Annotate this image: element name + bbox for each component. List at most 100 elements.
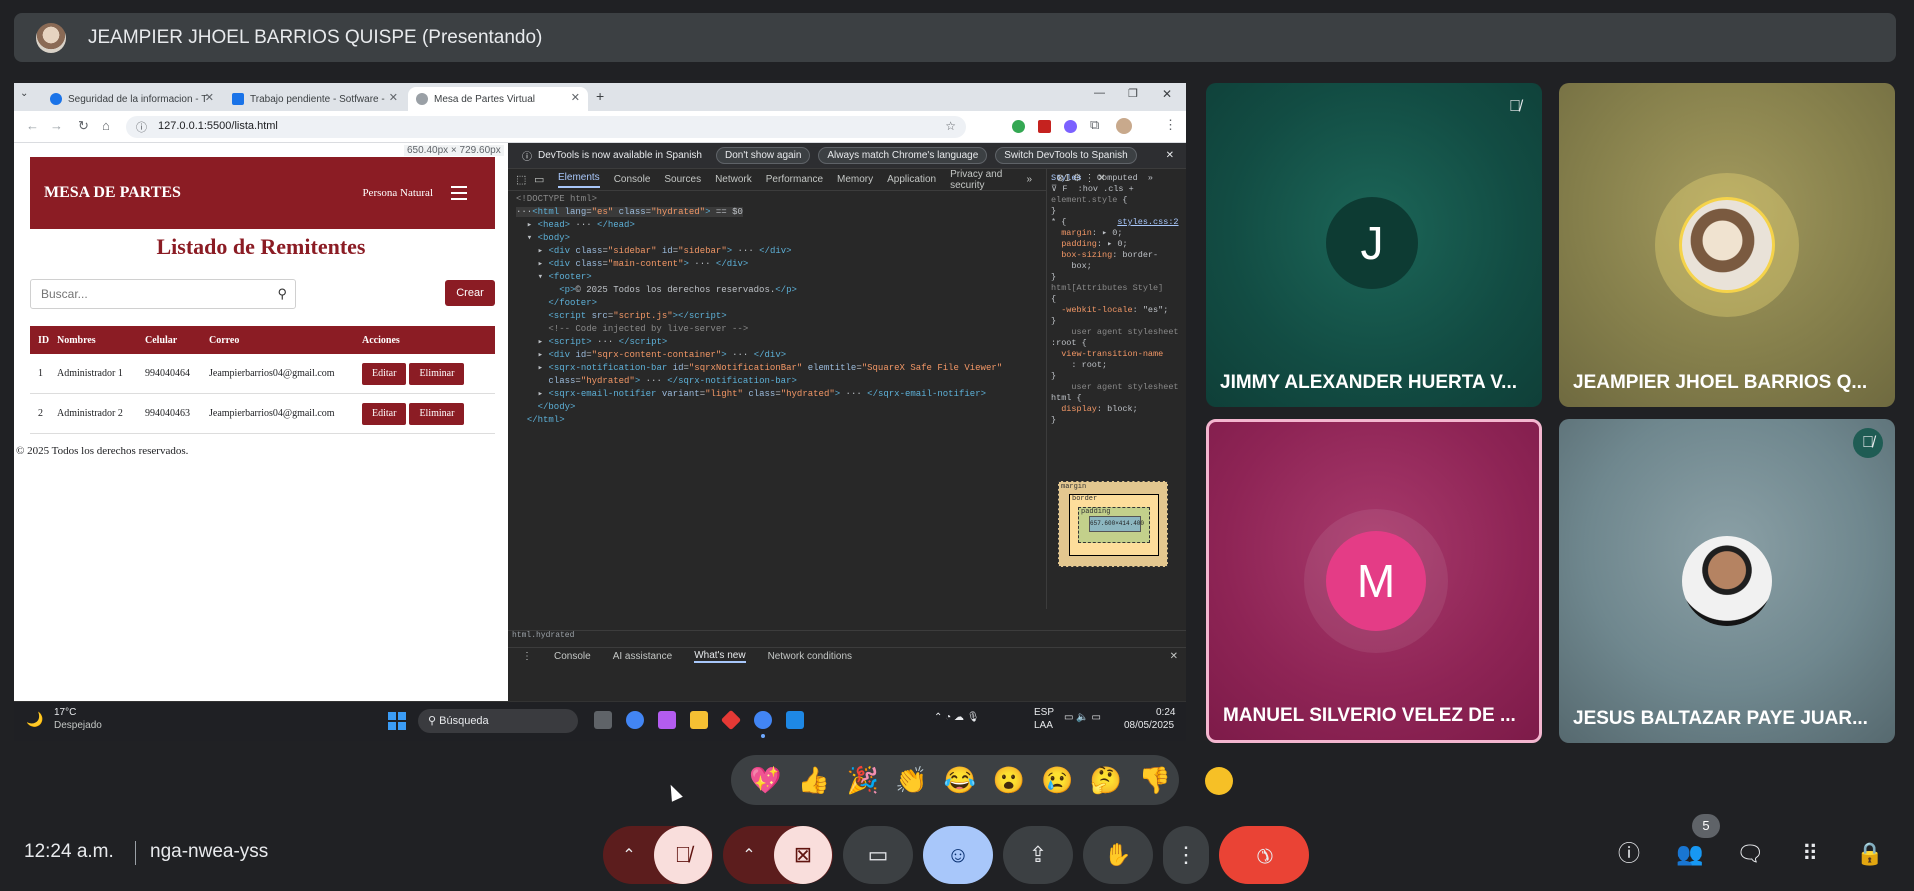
weather-icon[interactable]: 🌙 xyxy=(26,711,43,728)
reaction-heart-icon[interactable]: 💖 xyxy=(741,765,790,796)
close-tab-icon[interactable]: ✕ xyxy=(389,91,398,104)
copilot-icon[interactable] xyxy=(658,711,676,729)
drawer-tab-ai[interactable]: AI assistance xyxy=(613,651,672,662)
browser-tab-active[interactable]: Mesa de Partes Virtual ✕ xyxy=(408,87,588,111)
browser-tab[interactable]: Trabajo pendiente - Sotfware - ✕ xyxy=(224,87,406,111)
file-explorer-icon[interactable] xyxy=(690,711,708,729)
hamburger-menu-icon[interactable] xyxy=(451,186,467,200)
drawer-tab-whats-new[interactable]: What's new xyxy=(694,650,746,663)
search-input[interactable]: Buscar... ⚲ xyxy=(30,279,296,309)
extension-icon[interactable] xyxy=(1064,120,1077,133)
chrome-icon[interactable] xyxy=(626,711,644,729)
more-tabs-icon[interactable]: » xyxy=(1026,174,1032,185)
lang-indicator[interactable]: ESP xyxy=(1034,707,1054,718)
reaction-surprised-icon[interactable]: 😮 xyxy=(984,765,1033,796)
taskbar-search[interactable]: ⚲ Búsqueda xyxy=(418,709,578,733)
reaction-laugh-icon[interactable]: 😂 xyxy=(936,765,985,796)
bookmark-star-icon[interactable]: ☆ xyxy=(945,119,956,133)
minimize-icon[interactable]: — xyxy=(1094,87,1105,99)
host-controls-icon[interactable]: 🔒 xyxy=(1852,836,1888,872)
skin-tone-selector[interactable] xyxy=(1205,767,1233,795)
close-window-icon[interactable]: ✕ xyxy=(1162,87,1172,101)
reaction-thumbs-up-icon[interactable]: 👍 xyxy=(790,765,839,796)
device-toolbar-icon[interactable]: ▭ xyxy=(534,173,544,186)
participant-tile[interactable]: JEAMPIER JHOEL BARRIOS Q... xyxy=(1559,83,1895,407)
reload-icon[interactable]: ↻ xyxy=(78,118,89,134)
mic-off-button[interactable]: 🎙̸ xyxy=(654,826,712,884)
system-tray-icons[interactable]: ⌃ ◔ ☁ 🎙 xyxy=(934,712,979,723)
tab-elements[interactable]: Elements xyxy=(558,172,600,188)
captions-button[interactable]: ▭ xyxy=(843,826,913,884)
tab-application[interactable]: Application xyxy=(887,174,936,185)
tab-search-icon[interactable]: ⌄ xyxy=(20,88,28,99)
present-button[interactable]: ⇪ xyxy=(1003,826,1073,884)
reaction-party-icon[interactable]: 🎉 xyxy=(838,765,887,796)
search-icon[interactable]: ⚲ xyxy=(277,286,287,302)
tab-memory[interactable]: Memory xyxy=(837,174,873,185)
audio-options-chevron-icon[interactable]: ⌃ xyxy=(604,845,654,865)
lang-indicator-2[interactable]: LAA xyxy=(1034,720,1053,731)
chat-icon[interactable]: 🗨 xyxy=(1732,836,1768,872)
drawer-tab-console[interactable]: Console xyxy=(554,651,591,662)
meeting-info-icon[interactable]: ⓘ xyxy=(1611,836,1647,872)
profile-avatar[interactable] xyxy=(1116,118,1132,134)
participant-tile-active-speaker[interactable]: M MANUEL SILVERIO VELEZ DE ... xyxy=(1206,419,1542,743)
maximize-icon[interactable]: ❐ xyxy=(1128,87,1138,100)
menu-kebab-icon[interactable]: ⋮ xyxy=(1164,117,1177,133)
editar-button[interactable]: Editar xyxy=(362,362,407,385)
editar-button[interactable]: Editar xyxy=(362,402,407,425)
app-icon[interactable] xyxy=(720,709,742,731)
activities-icon[interactable]: ⠿ xyxy=(1792,836,1828,872)
tab-network[interactable]: Network xyxy=(715,174,752,185)
eliminar-button[interactable]: Eliminar xyxy=(409,362,465,385)
crear-button[interactable]: Crear xyxy=(445,280,495,306)
close-drawer-icon[interactable]: ✕ xyxy=(1170,651,1178,662)
tab-computed[interactable]: Computed xyxy=(1097,173,1138,183)
breadcrumb[interactable]: html.hydrated xyxy=(508,630,1186,644)
vscode-icon[interactable] xyxy=(786,711,804,729)
network-volume-battery-icons[interactable]: ▭ 🔈 ▭ xyxy=(1064,712,1101,723)
video-options-chevron-icon[interactable]: ⌃ xyxy=(724,845,774,865)
url-field[interactable]: ⓘ 127.0.0.1:5500/lista.html ☆ xyxy=(126,116,966,138)
new-tab-icon[interactable]: + xyxy=(596,88,604,104)
site-info-icon[interactable]: ⓘ xyxy=(136,119,147,135)
drawer-menu-icon[interactable]: ⋮ xyxy=(522,651,532,662)
tab-console[interactable]: Console xyxy=(614,174,651,185)
leave-call-button[interactable]: ✆ xyxy=(1219,826,1309,884)
participant-tile[interactable]: 🎙̸ JESUS BALTAZAR PAYE JUAR... xyxy=(1559,419,1895,743)
forward-icon[interactable]: → xyxy=(50,118,63,133)
eliminar-button[interactable]: Eliminar xyxy=(409,402,465,425)
dont-show-again-button[interactable]: Don't show again xyxy=(715,147,811,164)
tab-styles[interactable]: Styles xyxy=(1051,173,1082,183)
browser-tab[interactable]: Seguridad de la informacion - T ✕ xyxy=(42,87,222,111)
match-language-button[interactable]: Always match Chrome's language xyxy=(818,147,988,164)
people-icon[interactable]: 👥 xyxy=(1672,836,1708,872)
camera-off-button[interactable]: ⊠ xyxy=(774,826,832,884)
extension-icon[interactable] xyxy=(1012,120,1025,133)
dom-tree[interactable]: <!DOCTYPE html> ···<html lang="es" class… xyxy=(508,193,1046,633)
chrome-active-icon[interactable] xyxy=(754,711,772,729)
extensions-puzzle-icon[interactable]: ⧉ xyxy=(1090,117,1099,133)
reaction-thumbs-down-icon[interactable]: 👎 xyxy=(1130,765,1179,796)
drawer-tab-network-conditions[interactable]: Network conditions xyxy=(768,651,852,662)
participant-tile[interactable]: J 🎙̸ JIMMY ALEXANDER HUERTA V... xyxy=(1206,83,1542,407)
close-icon[interactable]: ✕ xyxy=(1166,150,1174,161)
windows-start-icon[interactable] xyxy=(388,712,406,730)
reaction-sad-icon[interactable]: 😢 xyxy=(1033,765,1082,796)
switch-language-button[interactable]: Switch DevTools to Spanish xyxy=(995,147,1137,164)
more-options-button[interactable]: ⋮ xyxy=(1163,826,1209,884)
tab-performance[interactable]: Performance xyxy=(766,174,823,185)
tab-sources[interactable]: Sources xyxy=(664,174,701,185)
close-tab-icon[interactable]: ✕ xyxy=(571,91,580,104)
reactions-button[interactable]: ☺ xyxy=(923,826,993,884)
close-tab-icon[interactable]: ✕ xyxy=(205,91,214,104)
tab-privacy[interactable]: Privacy and security xyxy=(950,169,1012,191)
reaction-thinking-icon[interactable]: 🤔 xyxy=(1082,765,1131,796)
inspect-icon[interactable]: ⬚ xyxy=(516,173,526,186)
raise-hand-button[interactable]: ✋ xyxy=(1083,826,1153,884)
task-view-icon[interactable] xyxy=(594,711,612,729)
reaction-clap-icon[interactable]: 👏 xyxy=(887,765,936,796)
extension-icon[interactable] xyxy=(1038,120,1051,133)
back-icon[interactable]: ← xyxy=(26,118,39,133)
persona-link[interactable]: Persona Natural xyxy=(362,187,433,199)
